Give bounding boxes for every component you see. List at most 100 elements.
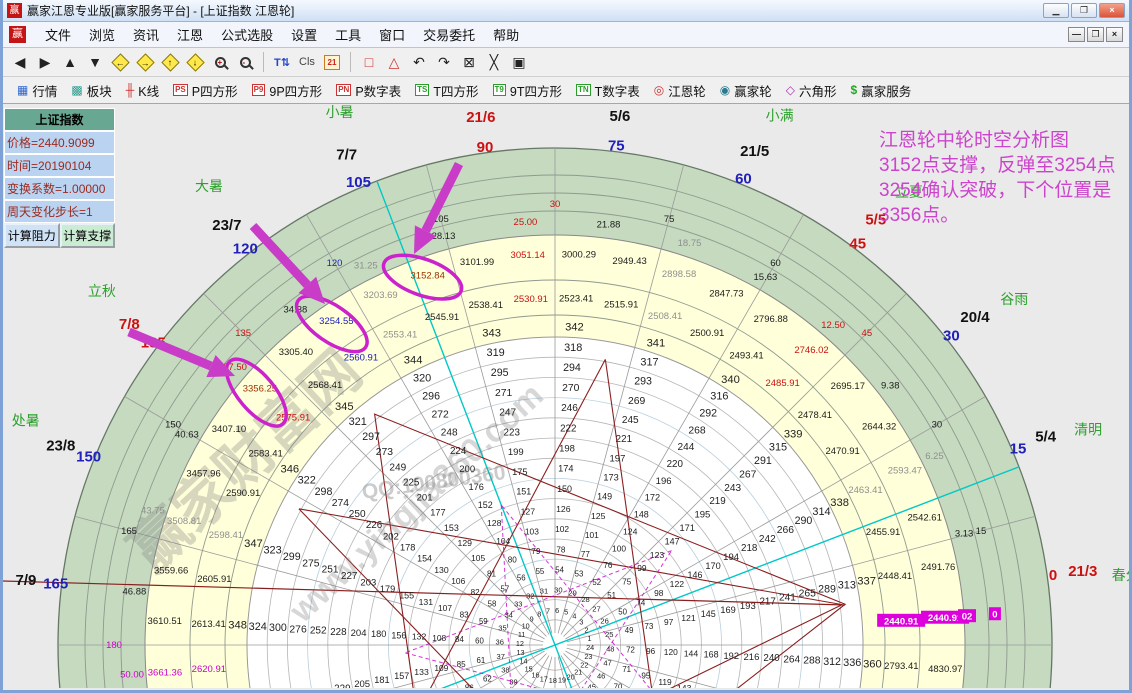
boxed-x-icon[interactable]: ⊠: [458, 51, 480, 73]
close-button[interactable]: ×: [1099, 3, 1125, 18]
triangle-tool-icon[interactable]: △: [383, 51, 405, 73]
gann-toolbar-item-赢家轮[interactable]: ◉赢家轮: [714, 79, 778, 102]
crosshair-icon[interactable]: ╳: [483, 51, 505, 73]
screen-icon[interactable]: ▣: [508, 51, 530, 73]
svg-text:342: 342: [565, 322, 584, 334]
svg-text:95: 95: [641, 671, 651, 680]
scroll-up-icon[interactable]: ▲: [59, 51, 81, 73]
mdi-minimize-button[interactable]: —: [1068, 27, 1085, 42]
svg-text:3661.36: 3661.36: [148, 667, 182, 678]
menu-item-3[interactable]: 江恩: [168, 22, 212, 47]
svg-text:62: 62: [483, 675, 492, 684]
svg-text:84: 84: [455, 635, 465, 644]
scroll-left-icon[interactable]: ◀: [9, 51, 31, 73]
svg-text:2746.02: 2746.02: [794, 345, 828, 356]
svg-text:337: 337: [857, 576, 876, 588]
svg-text:74: 74: [636, 598, 646, 607]
menu-item-4[interactable]: 公式选股: [212, 22, 282, 47]
info-row-2: 变换系数=1.00000: [4, 177, 115, 200]
svg-text:17: 17: [540, 674, 548, 683]
svg-text:78: 78: [556, 545, 566, 554]
gann-toolbar-label: 赢家服务: [861, 81, 911, 100]
menu-item-7[interactable]: 窗口: [370, 22, 414, 47]
svg-text:244: 244: [678, 442, 695, 453]
svg-text:72: 72: [626, 646, 635, 655]
zoom-in-icon[interactable]: +: [209, 51, 231, 73]
menu-item-0[interactable]: 文件: [36, 22, 80, 47]
svg-text:13: 13: [516, 648, 524, 657]
gann-toolbar-item-行情[interactable]: ▦行情: [11, 79, 63, 102]
time-shift-icon[interactable]: T⇅: [271, 51, 293, 73]
svg-text:75: 75: [664, 214, 675, 225]
rotate-ccw-icon[interactable]: ↶: [408, 51, 430, 73]
toolbar-separator: [350, 52, 351, 72]
gann-toolbar-item-T数字表[interactable]: TNT数字表: [570, 79, 646, 102]
svg-text:90: 90: [477, 139, 494, 156]
mdi-restore-button[interactable]: ❐: [1087, 27, 1104, 42]
svg-text:145: 145: [701, 609, 716, 619]
calendar-icon[interactable]: 21: [321, 51, 343, 73]
svg-text:312: 312: [823, 656, 841, 668]
svg-text:105: 105: [471, 553, 485, 563]
svg-text:61: 61: [477, 656, 486, 665]
svg-text:3508.81: 3508.81: [167, 516, 201, 527]
svg-text:21/6: 21/6: [466, 109, 495, 126]
gann-toolbar-item-K线[interactable]: ╫K线: [120, 79, 165, 102]
svg-text:133: 133: [414, 667, 429, 677]
svg-text:272: 272: [432, 410, 450, 421]
chart-area[interactable]: 赢家财富网www.yingjia360.comQQ:10080036012345…: [3, 104, 1129, 688]
diamond-left-icon[interactable]: ←: [109, 51, 131, 73]
gann-toolbar-item-P四方形[interactable]: PSP四方形: [167, 79, 244, 102]
menu-item-1[interactable]: 浏览: [80, 22, 124, 47]
svg-text:132: 132: [412, 632, 427, 642]
svg-text:5: 5: [564, 608, 568, 617]
gann-toolbar-item-六角形[interactable]: ◇ 六角形: [780, 79, 843, 102]
zoom-out-icon[interactable]: -: [234, 51, 256, 73]
calc-resistance-button[interactable]: 计算阻力: [4, 223, 60, 248]
menu-item-5[interactable]: 设置: [282, 22, 326, 47]
svg-text:2593.47: 2593.47: [888, 466, 922, 477]
restore-button[interactable]: ❐: [1071, 3, 1097, 18]
gann-toolbar-item-板块[interactable]: ▩板块: [65, 79, 117, 102]
clear-icon[interactable]: Cls: [296, 51, 318, 73]
menu-bar: 赢 文件浏览资讯江恩公式选股设置工具窗口交易委托帮助 — ❐ ×: [3, 22, 1129, 48]
svg-text:224: 224: [450, 446, 467, 457]
diamond-right-icon[interactable]: →: [134, 51, 156, 73]
gann-toolbar-item-赢家服务[interactable]: $赢家服务: [845, 79, 918, 102]
gann-toolbar-item-9P四方形[interactable]: P99P四方形: [246, 79, 329, 102]
gann-toolbar-item-P数字表[interactable]: PNP数字表: [330, 79, 407, 102]
svg-text:276: 276: [289, 624, 307, 635]
svg-text:2847.73: 2847.73: [709, 289, 743, 300]
scroll-right-icon[interactable]: ▶: [34, 51, 56, 73]
mdi-close-button[interactable]: ×: [1106, 27, 1123, 42]
annotation-line: 江恩轮中轮时空分析图: [879, 128, 1129, 153]
svg-text:240: 240: [763, 653, 780, 664]
svg-text:73: 73: [644, 622, 654, 631]
minimize-button[interactable]: ▁: [1043, 3, 1069, 18]
svg-text:313: 313: [838, 580, 856, 592]
menu-item-9[interactable]: 帮助: [484, 22, 528, 47]
svg-text:174: 174: [558, 464, 573, 474]
winner-wheel-icon: ◉: [720, 83, 730, 97]
diamond-up-icon[interactable]: ↑: [159, 51, 181, 73]
scroll-down-icon[interactable]: ▼: [84, 51, 106, 73]
svg-text:2949.43: 2949.43: [612, 256, 646, 267]
menu-item-6[interactable]: 工具: [326, 22, 370, 47]
diamond-down-icon[interactable]: ↓: [184, 51, 206, 73]
hexagon-icon: ◇: [786, 83, 795, 97]
svg-text:3101.99: 3101.99: [460, 257, 494, 268]
calc-support-button[interactable]: 计算支撑: [60, 223, 116, 248]
svg-text:345: 345: [335, 401, 354, 413]
square-tool-icon[interactable]: □: [358, 51, 380, 73]
gann-toolbar-item-江恩轮[interactable]: ◎江恩轮: [648, 79, 712, 102]
menu-item-8[interactable]: 交易委托: [414, 22, 484, 47]
rotate-cw-icon[interactable]: ↷: [433, 51, 455, 73]
svg-text:3203.69: 3203.69: [363, 290, 397, 301]
svg-text:165: 165: [121, 526, 137, 537]
menu-item-2[interactable]: 资讯: [124, 22, 168, 47]
t9-icon: T9: [493, 84, 506, 96]
gann-toolbar-item-T四方形[interactable]: TST四方形: [409, 79, 484, 102]
gann-toolbar-item-9T四方形[interactable]: T99T四方形: [487, 79, 568, 102]
svg-text:7: 7: [546, 607, 550, 616]
gann-toolbar-label: 六角形: [799, 81, 837, 100]
